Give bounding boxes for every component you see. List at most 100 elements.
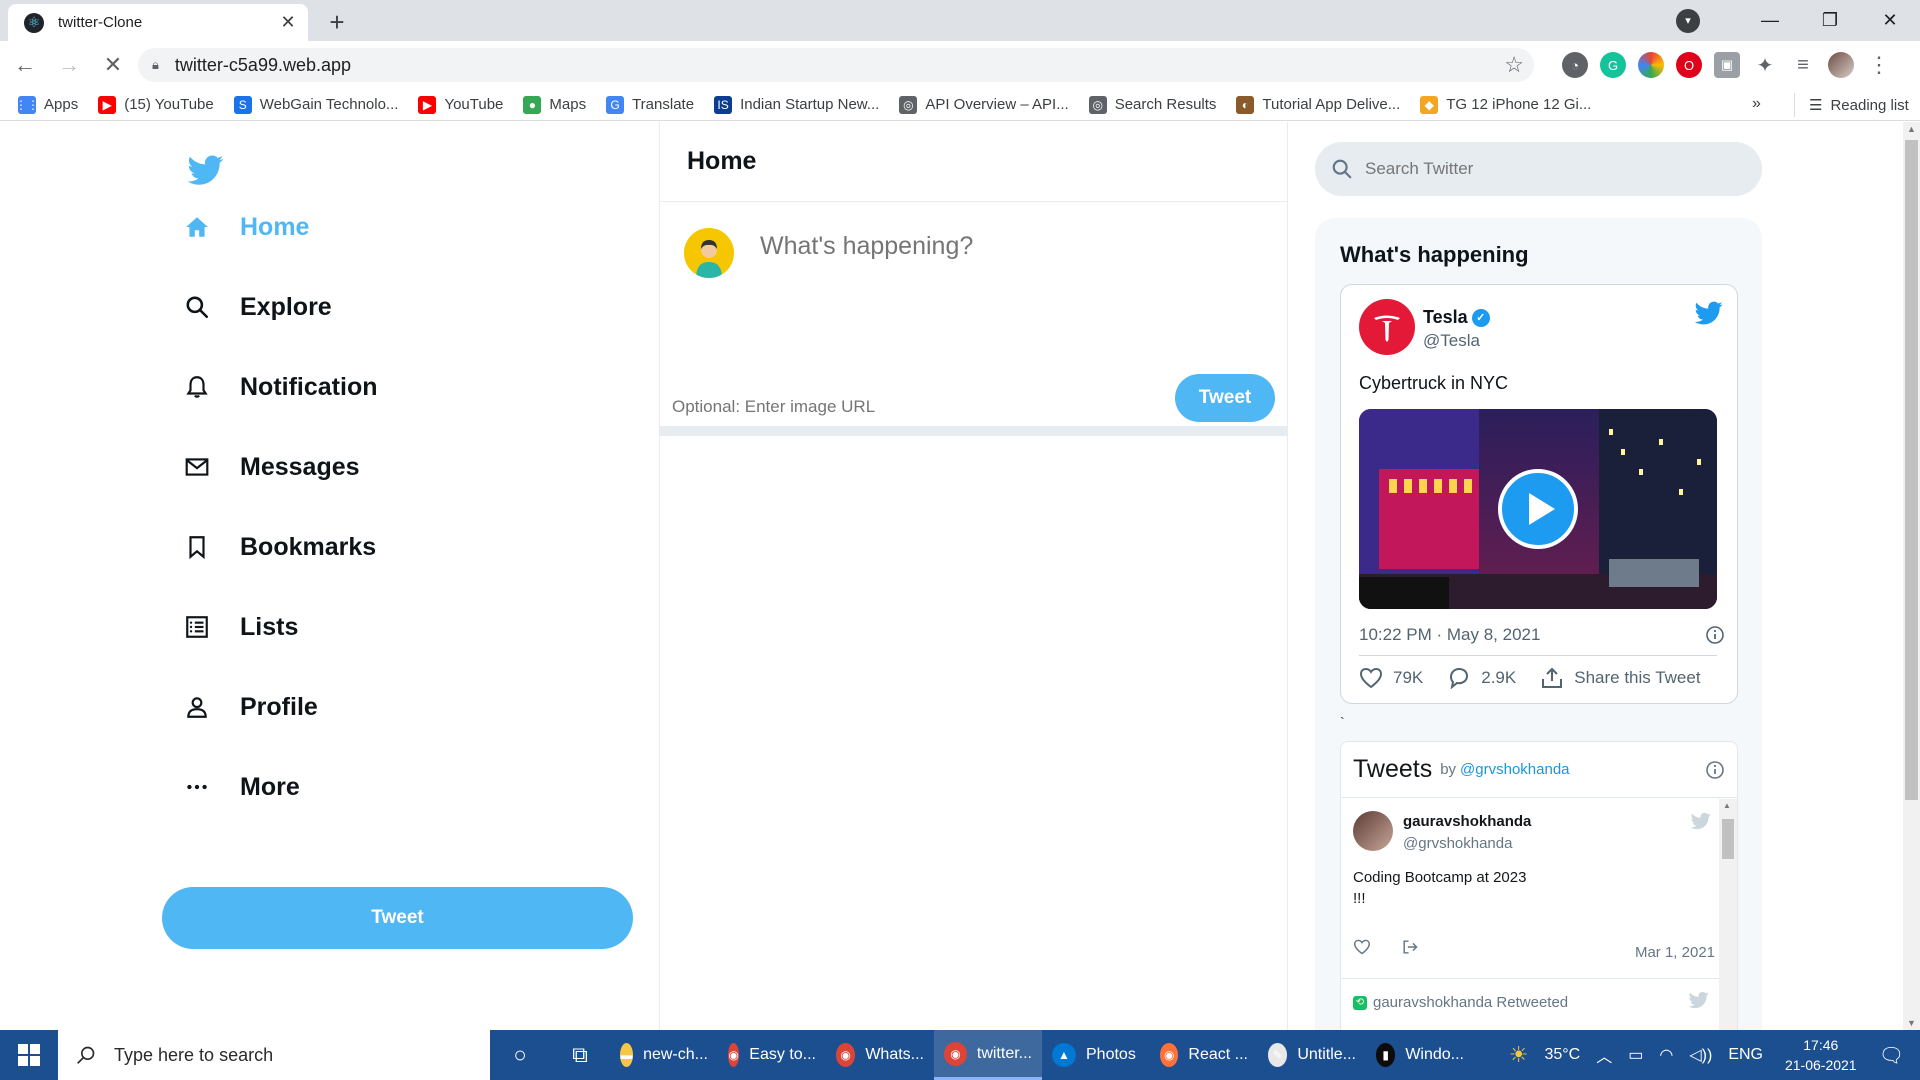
sidebar-item-explore[interactable]: Explore xyxy=(184,282,332,332)
like-action[interactable]: 79K xyxy=(1359,667,1423,689)
taskbar-app-button[interactable]: ▲ Photos xyxy=(1042,1030,1150,1080)
tweetbox-tweet-button[interactable]: Tweet xyxy=(1175,374,1275,422)
network-icon[interactable]: ◠ xyxy=(1659,1045,1673,1065)
embed-author[interactable]: Tesla ✓ xyxy=(1423,307,1490,328)
sidebar-item-profile[interactable]: Profile xyxy=(184,682,318,732)
image-url-input[interactable] xyxy=(672,397,1172,417)
timeline-scroll-up-icon[interactable]: ▲ xyxy=(1723,801,1731,810)
taskbar-app-button[interactable]: ✎ Untitle... xyxy=(1258,1030,1366,1080)
twitter-bird-small-icon[interactable] xyxy=(1691,811,1711,831)
sidebar-item-bookmarks[interactable]: Bookmarks xyxy=(184,522,376,572)
bookmark-item[interactable]: ◎ Search Results xyxy=(1088,95,1216,114)
profile-avatar[interactable] xyxy=(1828,52,1854,78)
bookmark-item[interactable]: ◎ API Overview – API... xyxy=(899,95,1069,114)
media-control-icon[interactable]: ≡ xyxy=(1790,52,1816,78)
notifications-icon[interactable]: 🗨︎ xyxy=(1879,1043,1904,1068)
twitter-search[interactable] xyxy=(1315,142,1762,196)
taskbar-search-placeholder[interactable]: Type here to search xyxy=(114,1045,273,1066)
taskbar-app-button[interactable]: ▬ new-ch... xyxy=(610,1030,718,1080)
page-scroll-thumb[interactable] xyxy=(1905,140,1918,800)
twitter-bird-small-icon[interactable] xyxy=(1689,990,1709,1010)
tweet-author-name[interactable]: gauravshokhanda xyxy=(1403,813,1531,830)
twitter-search-input[interactable] xyxy=(1365,159,1745,179)
bookmark-item[interactable]: ● Maps xyxy=(523,95,586,114)
close-window-button[interactable]: ✕ xyxy=(1860,10,1920,31)
extension-generic-icon[interactable]: ▣ xyxy=(1714,52,1740,78)
sidebar-item-messages[interactable]: Messages xyxy=(184,442,360,492)
sidebar-item-notification[interactable]: Notification xyxy=(184,362,378,412)
tweet-author-handle[interactable]: @grvshokhanda xyxy=(1403,835,1512,852)
weather-temp[interactable]: 35°C xyxy=(1544,1046,1580,1064)
clock[interactable]: 17:46 21-06-2021 xyxy=(1785,1035,1857,1075)
maximize-button[interactable]: ❐ xyxy=(1800,10,1860,31)
tab-search-icon[interactable]: ▾ xyxy=(1676,8,1700,33)
volume-icon[interactable]: ◁)) xyxy=(1689,1045,1712,1065)
lock-icon[interactable]: 🔒︎ xyxy=(152,57,159,73)
menu-kebab-icon[interactable]: ⋮ xyxy=(1866,52,1892,78)
start-button[interactable] xyxy=(0,1030,58,1080)
url-text[interactable]: twitter-c5a99.web.app xyxy=(175,55,1504,76)
play-video-icon[interactable] xyxy=(1498,469,1578,549)
timeline-info-icon[interactable] xyxy=(1705,760,1725,780)
stop-loading-button[interactable]: ✕ xyxy=(94,52,132,78)
opera-vpn-icon[interactable]: O xyxy=(1676,52,1702,78)
reading-list-button[interactable]: ☰ Reading list xyxy=(1794,93,1909,117)
cortana-icon[interactable]: ○ xyxy=(490,1030,550,1080)
taskbar-search[interactable]: Type here to search xyxy=(58,1030,490,1080)
sidebar-tweet-button[interactable]: Tweet xyxy=(162,887,633,949)
bookmark-item[interactable]: IS Indian Startup New... xyxy=(714,95,879,114)
bookmark-item[interactable]: ◐ Tutorial App Delive... xyxy=(1236,95,1400,114)
grammarly-icon[interactable]: G xyxy=(1600,52,1626,78)
address-bar[interactable]: 🔒︎ twitter-c5a99.web.app ☆ xyxy=(138,48,1534,82)
task-view-icon[interactable]: ⧉ xyxy=(550,1030,610,1080)
sidebar-item-more[interactable]: More xyxy=(184,762,300,812)
tweet-like-icon[interactable] xyxy=(1353,939,1371,960)
color-picker-icon[interactable] xyxy=(1638,52,1664,78)
scroll-down-icon[interactable]: ▼ xyxy=(1903,1018,1920,1028)
language-indicator[interactable]: ENG xyxy=(1728,1046,1763,1064)
bookmark-item[interactable]: G Translate xyxy=(606,95,694,114)
twitter-logo-icon[interactable] xyxy=(188,152,224,188)
taskbar-app-button[interactable]: ▮ Windo... xyxy=(1366,1030,1474,1080)
bookmark-item[interactable]: ▶ YouTube xyxy=(418,95,503,114)
bookmark-item[interactable]: S WebGain Technolo... xyxy=(233,95,398,114)
forward-button[interactable]: → xyxy=(50,52,88,78)
embed-author-name[interactable]: Tesla xyxy=(1423,307,1468,328)
extension-speed-icon[interactable]: ◔ xyxy=(1562,52,1588,78)
timeline-tweet[interactable]: gauravshokhanda @grvshokhanda Coding Boo… xyxy=(1341,799,1721,979)
weather-icon[interactable]: ☀ xyxy=(1509,1042,1529,1068)
sidebar-item-home[interactable]: Home xyxy=(184,202,309,252)
tweet-text-input[interactable] xyxy=(760,232,1260,261)
info-icon[interactable] xyxy=(1705,625,1725,645)
embed-author-handle[interactable]: @Tesla xyxy=(1423,331,1480,351)
tray-overflow-icon[interactable]: ︿ xyxy=(1596,1043,1612,1067)
bookmark-item[interactable]: ◆ TG 12 iPhone 12 Gi... xyxy=(1420,95,1591,114)
page-scrollbar[interactable]: ▲ ▼ xyxy=(1903,122,1920,1030)
tweet-share-icon[interactable] xyxy=(1401,939,1419,960)
bookmark-item[interactable]: ▶ (15) YouTube xyxy=(98,95,214,114)
extensions-puzzle-icon[interactable]: ✦ xyxy=(1752,52,1778,78)
tweet-author-avatar[interactable] xyxy=(1353,811,1393,851)
timeline-handle-link[interactable]: @grvshokhanda xyxy=(1460,761,1569,778)
timeline-scrollbar[interactable]: ▲ xyxy=(1719,799,1737,1030)
timeline-scroll-thumb[interactable] xyxy=(1722,819,1734,859)
embed-video-thumbnail[interactable] xyxy=(1359,409,1717,609)
taskbar-app-button[interactable]: ◉ Easy to... xyxy=(718,1030,826,1080)
embedded-tweet[interactable]: Tesla ✓ @Tesla Cybertruck in NYC 10:22 P… xyxy=(1340,284,1738,704)
taskbar-app-button[interactable]: ◉ Whats... xyxy=(826,1030,934,1080)
twitter-bird-icon[interactable] xyxy=(1695,299,1723,327)
back-button[interactable]: ← xyxy=(6,52,44,78)
bookmark-star-icon[interactable]: ☆ xyxy=(1504,52,1524,78)
close-tab-icon[interactable]: ✕ xyxy=(278,12,298,33)
browser-tab[interactable]: ⚛ twitter-Clone ✕ xyxy=(8,4,308,41)
new-tab-button[interactable]: + xyxy=(322,7,352,38)
bookmark-item[interactable]: ⋮⋮ Apps xyxy=(15,95,78,114)
scroll-up-icon[interactable]: ▲ xyxy=(1903,124,1920,134)
embed-timestamp[interactable]: 10:22 PM · May 8, 2021 xyxy=(1359,625,1540,645)
tesla-avatar[interactable] xyxy=(1359,299,1415,355)
minimize-button[interactable]: — xyxy=(1740,10,1800,31)
share-action[interactable]: Share this Tweet xyxy=(1540,667,1701,689)
taskbar-app-button[interactable]: ◉ React ... xyxy=(1150,1030,1258,1080)
sidebar-item-lists[interactable]: Lists xyxy=(184,602,298,652)
taskbar-app-button[interactable]: ◉ twitter... xyxy=(934,1030,1042,1080)
